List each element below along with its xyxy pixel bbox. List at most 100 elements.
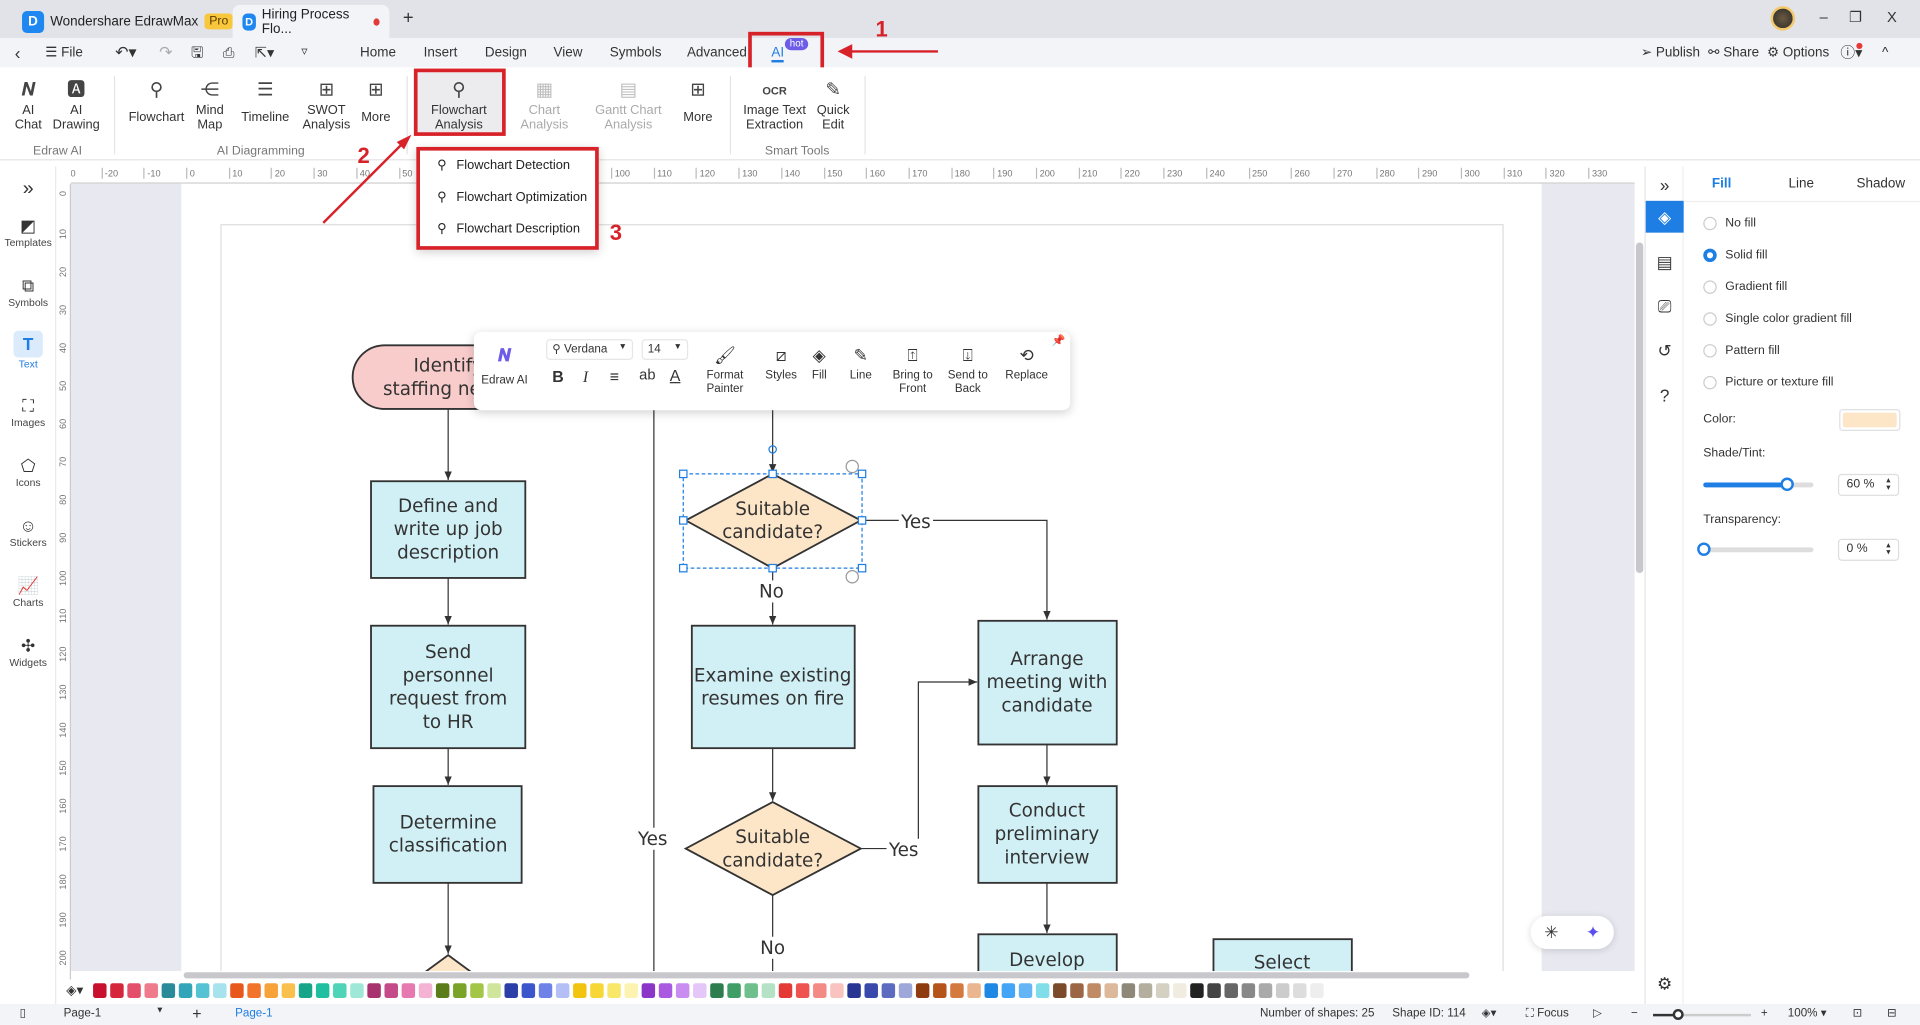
color-swatch[interactable] <box>967 983 981 998</box>
fullscreen-icon[interactable]: ⊟ <box>1887 1007 1897 1020</box>
stepper-icon[interactable]: ▴ ▾ <box>1886 476 1890 493</box>
page-selector[interactable]: Page-1 ▼ <box>64 1007 164 1020</box>
color-swatch[interactable] <box>744 983 758 998</box>
color-swatch[interactable] <box>898 983 913 998</box>
options-button[interactable]: ⚙ Options <box>1767 38 1829 67</box>
color-swatch[interactable] <box>470 983 484 998</box>
ai-sparkle-icon[interactable]: ✦ <box>1586 922 1600 943</box>
color-swatch[interactable] <box>367 983 381 998</box>
bring-to-front-button[interactable]: ⍐ Bring to Front <box>893 342 933 395</box>
color-swatch[interactable] <box>247 983 261 998</box>
transparency-slider[interactable] <box>1697 542 1814 556</box>
collapse-down-handle[interactable] <box>845 459 859 474</box>
font-size-select[interactable]: 14 ▼ <box>641 339 689 361</box>
radio-button[interactable] <box>1703 216 1717 231</box>
fill-panel-icon[interactable]: ◈ <box>1645 200 1684 233</box>
color-swatch[interactable] <box>315 983 330 998</box>
publish-button[interactable]: ➢ Publish <box>1641 38 1700 67</box>
color-swatch[interactable] <box>230 983 244 998</box>
color-swatch[interactable] <box>1087 983 1101 998</box>
color-swatch[interactable] <box>487 983 501 998</box>
radio-button[interactable] <box>1703 375 1717 390</box>
add-page-button[interactable]: + <box>192 1004 201 1022</box>
color-swatch[interactable] <box>298 983 313 998</box>
color-swatch[interactable] <box>864 983 878 998</box>
fill-option[interactable]: Gradient fill <box>1703 280 1787 294</box>
zoom-in-button[interactable]: + <box>1761 1007 1768 1020</box>
stepper-icon[interactable]: ▴ ▾ <box>1886 541 1890 557</box>
color-swatch[interactable] <box>178 983 193 998</box>
fill-picker-icon[interactable]: ◈▾ <box>66 982 83 998</box>
fill-option[interactable]: Picture or texture fill <box>1703 375 1834 390</box>
fill-option[interactable]: Single color gradient fill <box>1703 312 1852 326</box>
color-swatch[interactable] <box>384 983 398 998</box>
font-family-select[interactable]: ⚲ Verdana ▼ <box>546 339 634 361</box>
format-painter-button[interactable]: 🖌 Format Painter <box>707 342 744 395</box>
play-icon[interactable]: ▷ <box>1593 1007 1602 1020</box>
bold-button[interactable]: B <box>552 367 563 385</box>
page-panel-icon[interactable]: ▯ <box>20 1007 26 1020</box>
horizontal-scrollbar[interactable] <box>71 971 1635 980</box>
align-button[interactable]: ≡ <box>610 367 619 385</box>
color-swatch[interactable] <box>350 983 364 998</box>
settings-icon[interactable]: ⚙ <box>1646 967 1684 999</box>
color-swatch[interactable] <box>264 983 278 998</box>
vertical-scrollbar[interactable] <box>1634 183 1645 974</box>
edraw-ai-button[interactable]: 𝑵 Edraw AI <box>481 342 528 387</box>
shade-tint-slider[interactable] <box>1703 477 1814 492</box>
horizontal-scroll-thumb[interactable] <box>183 972 1470 979</box>
color-swatch[interactable] <box>1173 983 1187 998</box>
color-swatch[interactable] <box>144 983 158 998</box>
share-button[interactable]: ⚯ Share <box>1708 38 1759 67</box>
color-swatch[interactable] <box>830 983 844 998</box>
color-swatch[interactable] <box>984 983 998 998</box>
process-shape[interactable] <box>690 624 856 750</box>
color-swatch[interactable] <box>418 983 433 998</box>
send-to-back-button[interactable]: ⍗ Send to Back <box>948 342 988 395</box>
color-swatch[interactable] <box>555 983 570 998</box>
color-swatch[interactable] <box>453 983 467 998</box>
color-swatch[interactable] <box>93 983 107 998</box>
color-swatch[interactable] <box>1258 983 1273 998</box>
color-swatch[interactable] <box>624 983 638 998</box>
process-shape[interactable] <box>372 785 523 884</box>
color-swatch[interactable] <box>127 983 141 998</box>
color-swatch[interactable] <box>1001 983 1016 998</box>
color-swatch[interactable] <box>813 983 827 998</box>
color-swatch[interactable] <box>590 983 604 998</box>
color-swatch[interactable] <box>1035 983 1050 998</box>
fill-option[interactable]: Pattern fill <box>1703 344 1780 358</box>
color-swatch[interactable] <box>333 983 347 998</box>
color-swatch[interactable] <box>847 983 861 998</box>
radio-button[interactable] <box>1703 280 1717 294</box>
presentation-icon[interactable]: ⎚ <box>1646 290 1684 322</box>
text-case-button[interactable]: ab <box>639 366 655 383</box>
slider-thumb[interactable] <box>1779 477 1794 492</box>
zoom-thumb[interactable] <box>1672 1008 1684 1021</box>
color-swatch[interactable] <box>281 983 296 998</box>
radio-button[interactable] <box>1703 344 1717 358</box>
slider-thumb[interactable] <box>1697 542 1711 556</box>
italic-button[interactable]: I <box>583 367 588 387</box>
minimize-button[interactable]: – <box>1820 9 1828 26</box>
restore-button[interactable]: ❐ <box>1849 9 1862 26</box>
color-swatch[interactable] <box>1241 983 1256 998</box>
color-swatch[interactable] <box>401 983 416 998</box>
transparency-input[interactable]: 0 % ▴ ▾ <box>1837 538 1900 561</box>
decision-shape-selected[interactable] <box>683 472 863 570</box>
color-swatch[interactable] <box>710 983 724 998</box>
color-swatch[interactable] <box>1155 983 1170 998</box>
color-swatch[interactable] <box>1053 983 1067 998</box>
focus-button[interactable]: ⛶ Focus <box>1526 1007 1569 1020</box>
menu-item-flowchart-detection[interactable]: ⚲ Flowchart Detection <box>437 158 570 173</box>
color-swatch[interactable] <box>795 983 810 998</box>
decision-shape[interactable] <box>683 801 863 897</box>
help-icon[interactable]: ? <box>1646 380 1684 412</box>
history-icon[interactable]: ↺ <box>1646 334 1684 366</box>
collapse-panel-icon[interactable]: » <box>1646 169 1684 201</box>
color-swatch[interactable] <box>761 983 776 998</box>
color-swatch[interactable] <box>727 983 741 998</box>
color-swatch[interactable] <box>435 983 450 998</box>
tab-line[interactable]: Line <box>1788 176 1813 191</box>
color-swatch[interactable] <box>1190 983 1204 998</box>
